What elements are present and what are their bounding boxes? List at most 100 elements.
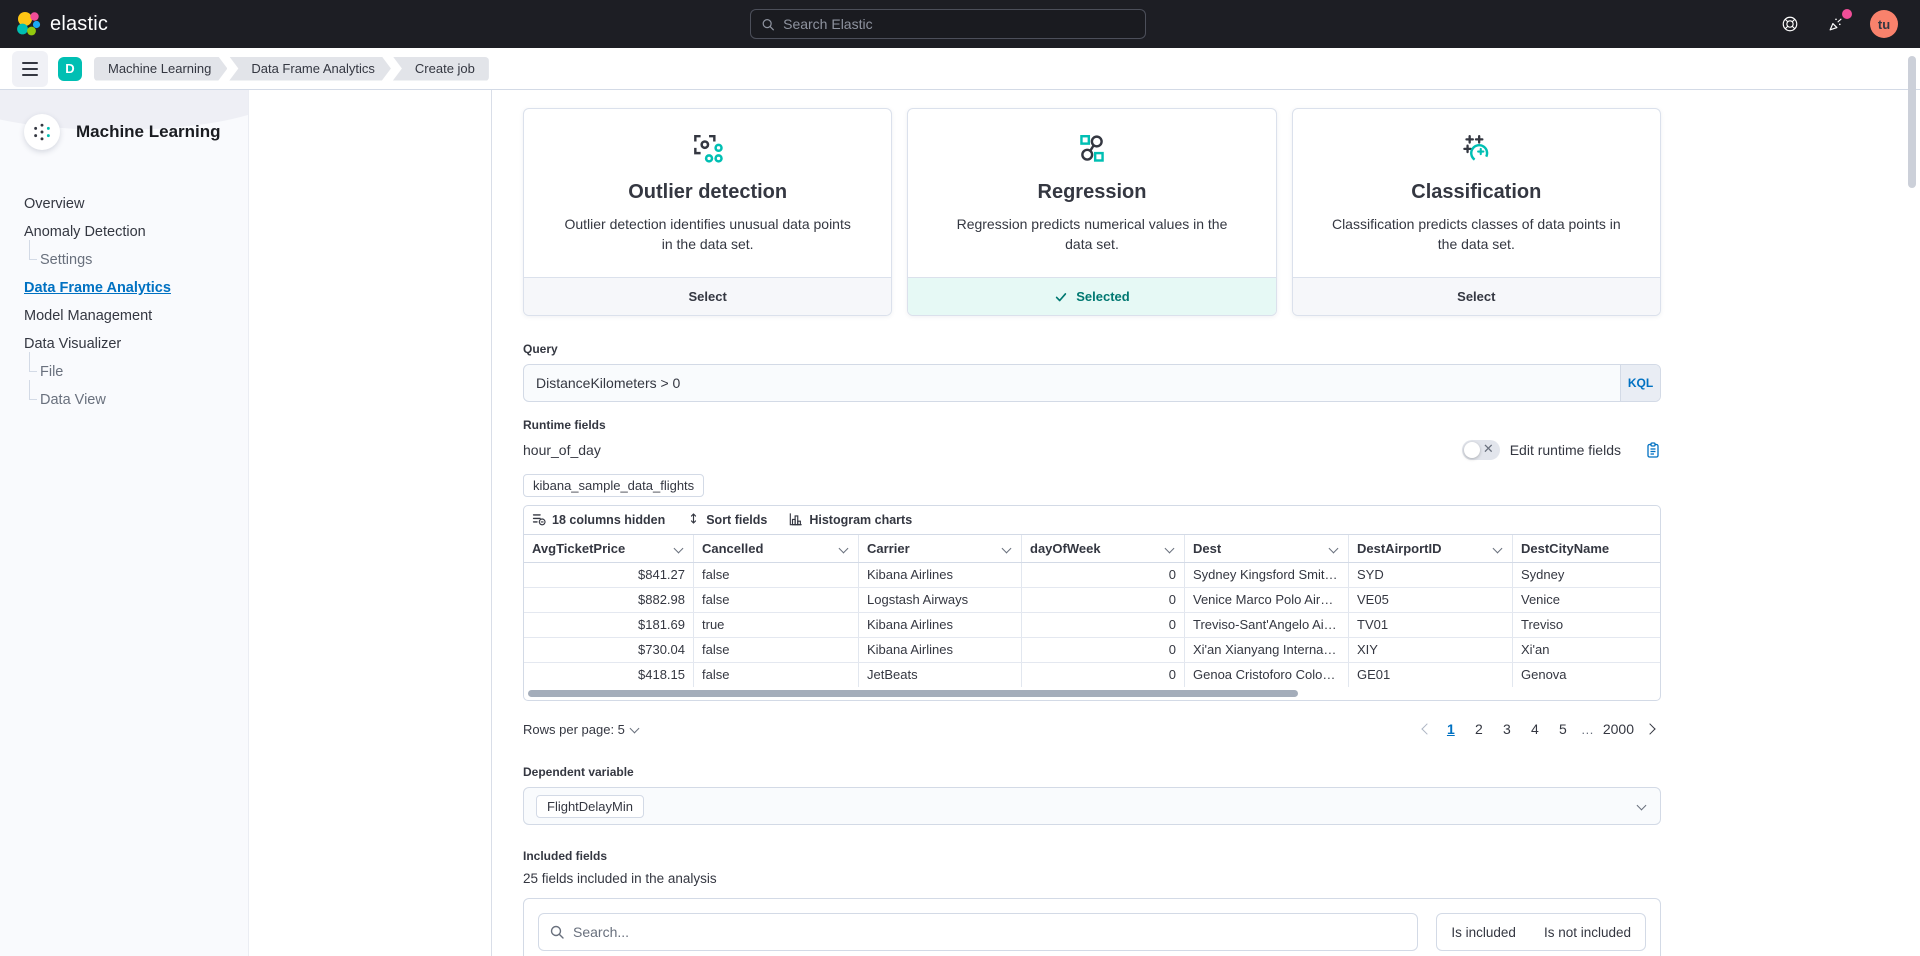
card-title: Outlier detection — [524, 181, 891, 204]
previous-page-button[interactable] — [1415, 719, 1435, 739]
table-cell-avgticketprice[interactable]: $882.98 — [524, 588, 693, 612]
clipboard-icon — [1645, 442, 1661, 458]
table-cell-avgticketprice[interactable]: $418.15 — [524, 663, 693, 687]
table-cell-dayofweek[interactable]: 0 — [1021, 638, 1184, 662]
sidebar-item-data-visualizer[interactable]: Data Visualizer — [24, 330, 248, 358]
fields-search-input[interactable] — [573, 924, 1407, 940]
table-cell-avgticketprice[interactable]: $181.69 — [524, 613, 693, 637]
table-cell-destcityname[interactable]: Sydney — [1512, 563, 1660, 587]
rows-per-page-button[interactable]: Rows per page: 5 — [523, 722, 641, 737]
table-cell-carrier[interactable]: Kibana Airlines — [858, 638, 1021, 662]
page-button-5[interactable]: 5 — [1551, 717, 1575, 741]
table-cell-carrier[interactable]: Kibana Airlines — [858, 613, 1021, 637]
sidebar-item-data-view[interactable]: Data View — [24, 386, 248, 414]
table-cell-destcityname[interactable]: Genova — [1512, 663, 1660, 687]
nav-menu-button[interactable] — [12, 51, 48, 87]
table-cell-destairportid[interactable]: GE01 — [1348, 663, 1512, 687]
table-cell-dest[interactable]: Genoa Cristoforo Colomb... — [1184, 663, 1348, 687]
column-header-dayofweek[interactable]: dayOfWeek — [1021, 535, 1184, 562]
page-button-4[interactable]: 4 — [1523, 717, 1547, 741]
copy-button[interactable] — [1645, 442, 1661, 458]
column-header-avgticketprice[interactable]: AvgTicketPrice — [524, 535, 693, 562]
global-search[interactable] — [750, 9, 1146, 39]
kql-language-button[interactable]: KQL — [1620, 365, 1660, 401]
page-ellipsis: … — [1579, 722, 1596, 737]
sidebar-item-label: Settings — [40, 252, 92, 268]
pagination: Rows per page: 5 12345 … 2000 — [523, 717, 1661, 741]
breadcrumb-machine-learning[interactable]: Machine Learning — [94, 57, 227, 81]
space-avatar[interactable]: D — [58, 57, 82, 81]
breadcrumb: Machine Learning Data Frame Analytics Cr… — [94, 57, 491, 81]
dependent-variable-select[interactable]: FlightDelayMin — [523, 787, 1661, 825]
help-button[interactable] — [1778, 12, 1802, 36]
regression-selected-button[interactable]: Selected — [908, 277, 1275, 315]
window-scrollbar-thumb[interactable] — [1908, 56, 1916, 188]
chevron-down-icon — [1636, 800, 1648, 812]
horizontal-scrollbar-thumb[interactable] — [528, 690, 1298, 697]
sidebar-item-model-management[interactable]: Model Management — [24, 302, 248, 330]
table-cell-dayofweek[interactable]: 0 — [1021, 613, 1184, 637]
table-cell-cancelled[interactable]: false — [693, 663, 858, 687]
table-cell-cancelled[interactable]: false — [693, 563, 858, 587]
page-button-3[interactable]: 3 — [1495, 717, 1519, 741]
select-outlier-detection-button[interactable]: Select — [524, 277, 891, 315]
sidebar-item-label: File — [40, 364, 63, 380]
chevron-down-icon — [673, 543, 685, 555]
user-avatar[interactable]: tu — [1870, 10, 1898, 38]
toolbar-18-columns-hidden-button[interactable]: 18 columns hidden — [532, 512, 665, 529]
sidebar-item-anomaly-detection[interactable]: Anomaly Detection — [24, 218, 248, 246]
table-cell-cancelled[interactable]: true — [693, 613, 858, 637]
table-cell-destcityname[interactable]: Treviso — [1512, 613, 1660, 637]
table-cell-destairportid[interactable]: XIY — [1348, 638, 1512, 662]
edit-runtime-fields-toggle[interactable]: ✕ — [1462, 440, 1500, 460]
sidebar-item-overview[interactable]: Overview — [24, 190, 248, 218]
sidebar-item-settings[interactable]: Settings — [24, 246, 248, 274]
select-classification-button[interactable]: Select — [1293, 277, 1660, 315]
table-cell-dest[interactable]: Sydney Kingsford Smith I... — [1184, 563, 1348, 587]
table-cell-dayofweek[interactable]: 0 — [1021, 588, 1184, 612]
table-cell-dayofweek[interactable]: 0 — [1021, 663, 1184, 687]
table-cell-cancelled[interactable]: false — [693, 638, 858, 662]
column-header-carrier[interactable]: Carrier — [858, 535, 1021, 562]
table-cell-carrier[interactable]: Logstash Airways — [858, 588, 1021, 612]
runtime-fields-label: Runtime fields — [523, 418, 1661, 432]
filter-is-included-button[interactable]: Is included — [1437, 925, 1530, 940]
table-cell-destcityname[interactable]: Venice — [1512, 588, 1660, 612]
column-header-dest[interactable]: Dest — [1184, 535, 1348, 562]
column-header-destcityname[interactable]: DestCityName — [1512, 535, 1660, 562]
dependent-variable-label: Dependent variable — [523, 765, 1661, 779]
table-cell-dest[interactable]: Xi'an Xianyang Internatio... — [1184, 638, 1348, 662]
table-cell-dayofweek[interactable]: 0 — [1021, 563, 1184, 587]
hamburger-icon — [22, 62, 38, 76]
table-cell-carrier[interactable]: Kibana Airlines — [858, 563, 1021, 587]
table-cell-destairportid[interactable]: SYD — [1348, 563, 1512, 587]
toolbar-histogram-charts-button[interactable]: Histogram charts — [789, 512, 912, 529]
table-cell-avgticketprice[interactable]: $730.04 — [524, 638, 693, 662]
sidebar-item-data-frame-analytics[interactable]: Data Frame Analytics — [24, 274, 248, 302]
table-cell-destairportid[interactable]: TV01 — [1348, 613, 1512, 637]
column-header-cancelled[interactable]: Cancelled — [693, 535, 858, 562]
table-cell-carrier[interactable]: JetBeats — [858, 663, 1021, 687]
newsfeed-button[interactable] — [1824, 12, 1848, 36]
column-header-destairportid[interactable]: DestAirportID — [1348, 535, 1512, 562]
next-page-button[interactable] — [1641, 719, 1661, 739]
global-search-input[interactable] — [783, 16, 1135, 32]
table-cell-dest[interactable]: Venice Marco Polo Airport — [1184, 588, 1348, 612]
elastic-logo[interactable]: elastic — [0, 10, 108, 38]
table-cell-cancelled[interactable]: false — [693, 588, 858, 612]
page-button-2[interactable]: 2 — [1467, 717, 1491, 741]
page-button-last[interactable]: 2000 — [1600, 717, 1637, 741]
filter-is-not-included-button[interactable]: Is not included — [1530, 925, 1645, 940]
page-button-1[interactable]: 1 — [1439, 717, 1463, 741]
query-input[interactable] — [524, 365, 1620, 401]
sidebar-item-file[interactable]: File — [24, 358, 248, 386]
index-badge: kibana_sample_data_flights — [523, 474, 704, 497]
table-cell-avgticketprice[interactable]: $841.27 — [524, 563, 693, 587]
card-title: Regression — [908, 181, 1275, 204]
table-cell-destcityname[interactable]: Xi'an — [1512, 638, 1660, 662]
toolbar-sort-fields-button[interactable]: Sort fields — [687, 512, 767, 528]
table-cell-dest[interactable]: Treviso-Sant'Angelo Airport — [1184, 613, 1348, 637]
breadcrumb-data-frame-analytics[interactable]: Data Frame Analytics — [229, 57, 391, 81]
table-cell-destairportid[interactable]: VE05 — [1348, 588, 1512, 612]
breadcrumb-create-job[interactable]: Create job — [393, 57, 489, 81]
